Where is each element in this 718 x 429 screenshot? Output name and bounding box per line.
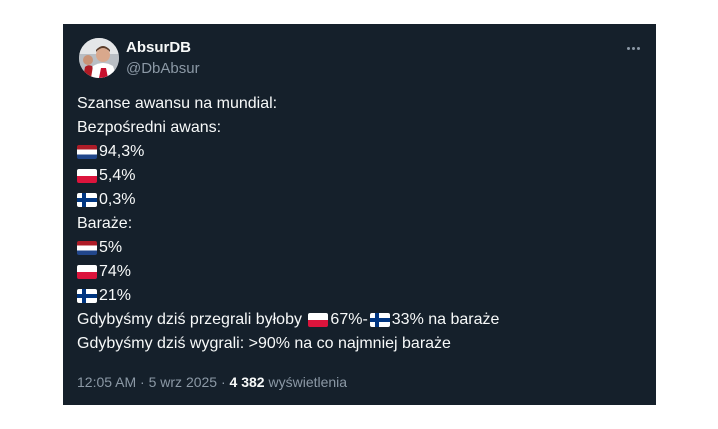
lose-finland-value: 33% na baraże (391, 311, 500, 328)
more-options-icon[interactable] (621, 38, 645, 58)
meta-separator: · (217, 374, 230, 390)
avatar[interactable] (79, 38, 119, 78)
finland-flag-icon (369, 313, 390, 327)
poland-flag-icon (77, 265, 97, 279)
playoff-value: 74% (99, 263, 132, 280)
direct-value: 0,3% (99, 191, 136, 208)
text-line: Baraże: (77, 215, 133, 232)
tweet-time[interactable]: 12:05 AM (77, 374, 136, 390)
win-scenario-line: Gdybyśmy dziś wygrali: >90% na co najmni… (77, 335, 451, 352)
view-count-label: wyświetlenia (264, 374, 348, 390)
direct-row-finland: 0,3% (77, 188, 637, 212)
author-handle[interactable]: @DbAbsur (126, 60, 200, 77)
playoff-value: 21% (99, 287, 132, 304)
playoff-row-netherlands: 5% (77, 236, 637, 260)
finland-flag-icon (77, 289, 97, 303)
direct-value: 5,4% (99, 167, 136, 184)
netherlands-flag-icon (77, 145, 97, 159)
lose-scenario-line: Gdybyśmy dziś przegrali byłoby 67%- 33% … (77, 308, 637, 332)
finland-flag-icon (77, 193, 97, 207)
poland-flag-icon (308, 313, 329, 327)
tweet-date[interactable]: 5 wrz 2025 (149, 374, 217, 390)
avatar-photo (79, 38, 119, 78)
view-count: 4 382 (229, 374, 265, 390)
tweet-text: Szanse awansu na mundial: Bezpośredni aw… (77, 92, 637, 356)
tweet-meta: 12:05 AM · 5 wrz 2025 · 4 382 wyświetlen… (77, 374, 347, 390)
tweet-card: AbsurDB @DbAbsur Szanse awansu na mundia… (63, 24, 656, 405)
author-name[interactable]: AbsurDB (126, 39, 191, 56)
lose-prefix: Gdybyśmy dziś przegrali byłoby (77, 311, 307, 328)
direct-row-poland: 5,4% (77, 164, 637, 188)
text-line: Bezpośredni awans: (77, 119, 222, 136)
poland-flag-icon (77, 169, 97, 183)
netherlands-flag-icon (77, 241, 97, 255)
playoff-row-poland: 74% (77, 260, 637, 284)
text-line: Szanse awansu na mundial: (77, 95, 278, 112)
playoff-row-finland: 21% (77, 284, 637, 308)
direct-value: 94,3% (99, 143, 145, 160)
direct-row-netherlands: 94,3% (77, 140, 637, 164)
meta-separator: · (136, 374, 149, 390)
lose-poland-value: 67%- (330, 311, 368, 328)
playoff-value: 5% (99, 239, 123, 256)
